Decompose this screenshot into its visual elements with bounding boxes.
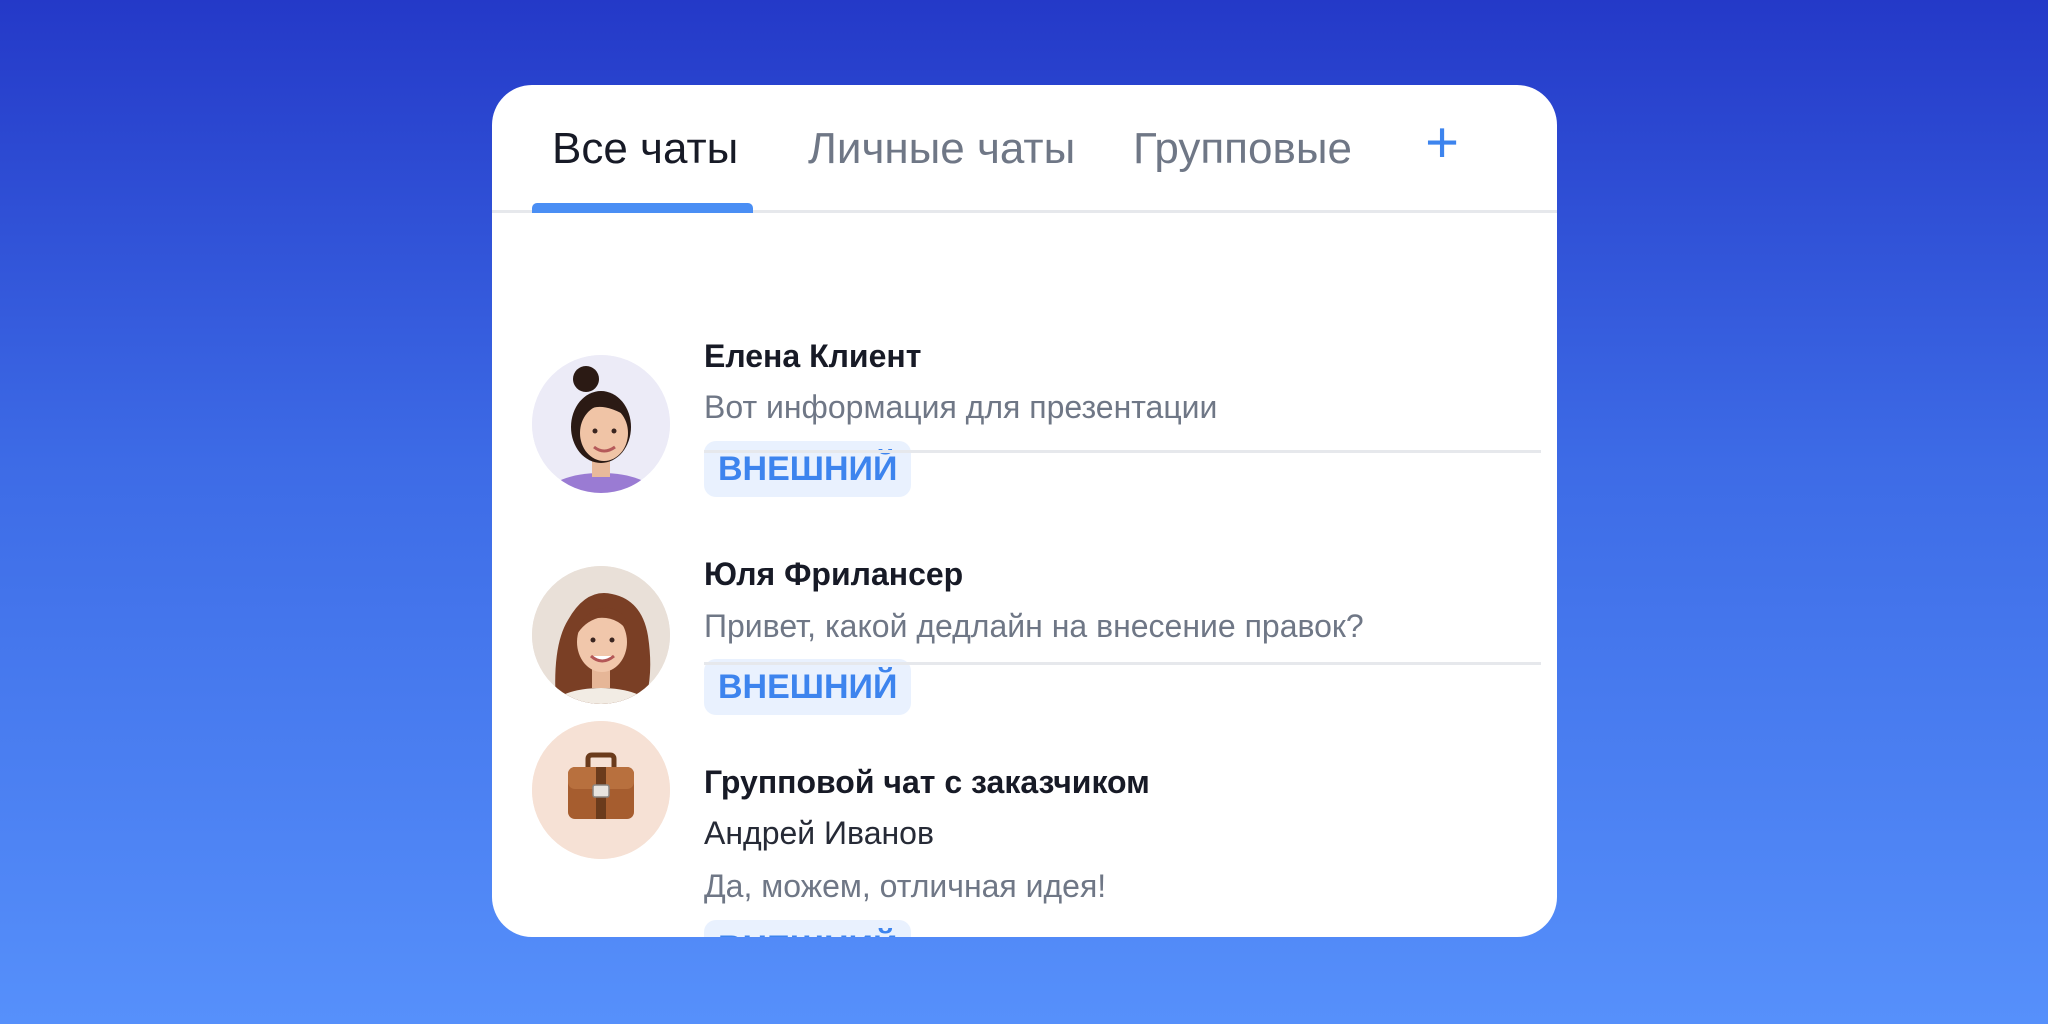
chat-name: Елена Клиент <box>704 338 922 374</box>
chat-preview: Вот информация для презентации <box>704 389 1218 425</box>
external-badge: ВНЕШНИЙ <box>704 920 912 937</box>
external-badge: ВНЕШНИЙ <box>704 659 912 715</box>
chat-divider <box>704 662 1541 665</box>
chat-preview: Да, можем, отличная идея! <box>704 868 1107 904</box>
chat-sender: Андрей Иванов <box>704 815 934 851</box>
chat-name: Групповой чат с заказчиком <box>704 764 1150 800</box>
chat-divider <box>704 450 1541 453</box>
avatar-group <box>532 721 670 859</box>
avatar-yulia <box>532 566 670 704</box>
tab-personal-chats[interactable]: Личные чаты <box>808 123 1075 175</box>
chat-preview: Привет, какой дедлайн на внесение правок… <box>704 608 1364 644</box>
add-tab-button[interactable]: + <box>1414 113 1470 173</box>
tab-all-chats[interactable]: Все чаты <box>552 123 738 175</box>
briefcase-icon <box>532 721 670 859</box>
tab-group-chats[interactable]: Групповые <box>1133 123 1352 175</box>
chat-name: Юля Фрилансер <box>704 556 964 592</box>
woman-with-bun-photo <box>532 355 670 493</box>
chat-list-card: Все чаты Личные чаты Групповые + Елена К… <box>492 85 1557 937</box>
avatar-elena <box>532 355 670 493</box>
active-tab-indicator <box>532 203 753 213</box>
chat-tabs: Все чаты Личные чаты Групповые + <box>492 85 1557 213</box>
woman-with-wavy-hair-photo <box>532 566 670 704</box>
